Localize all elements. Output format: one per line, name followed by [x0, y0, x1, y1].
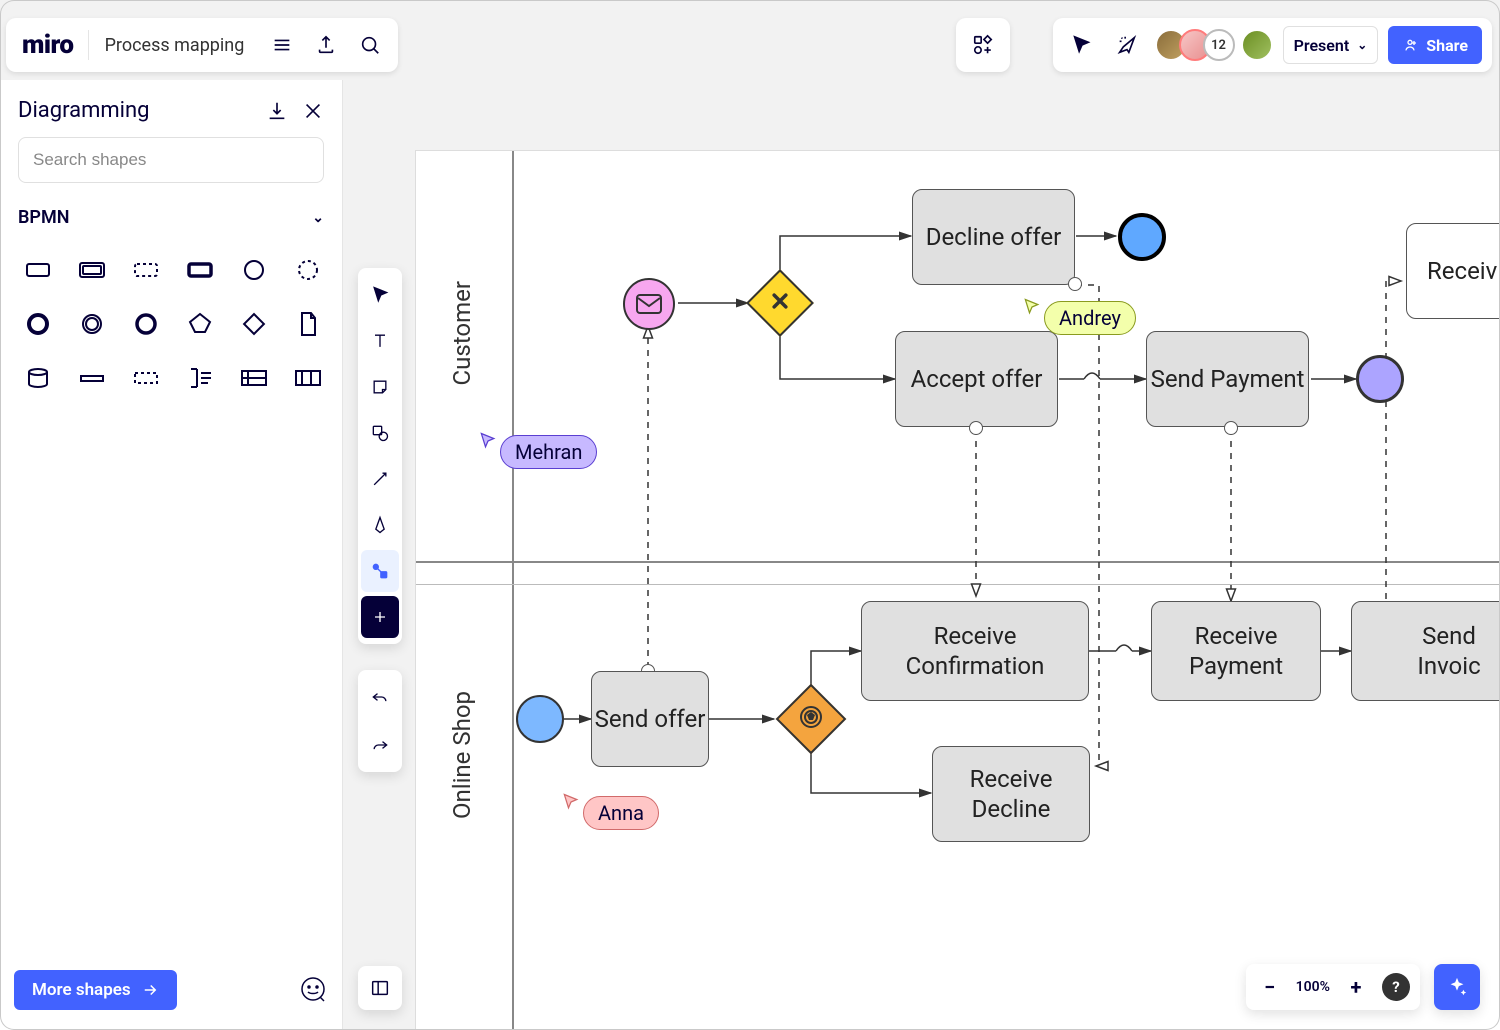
shape-annotation-bar[interactable]: [68, 354, 116, 402]
bpmn-exclusive-gateway[interactable]: [746, 269, 814, 337]
shapes-search-input[interactable]: [18, 137, 324, 183]
present-button[interactable]: Present ⌄: [1283, 26, 1379, 64]
share-label: Share: [1426, 36, 1468, 55]
bpmn-task-receive-decline[interactable]: Receive Decline: [932, 746, 1090, 842]
bpmn-task-receive-confirmation[interactable]: Receive Confirmation: [861, 601, 1089, 701]
tool-shape[interactable]: [361, 412, 399, 454]
bpmn-task-receive-payment[interactable]: Receive Payment: [1151, 601, 1321, 701]
cursor-label: Mehran: [500, 435, 597, 469]
shape-task[interactable]: [14, 246, 62, 294]
zoom-out-button[interactable]: −: [1252, 969, 1288, 1005]
undo-button[interactable]: [361, 676, 399, 718]
tool-select[interactable]: [361, 274, 399, 316]
close-icon[interactable]: [302, 100, 324, 122]
miro-ai-button[interactable]: [1434, 964, 1480, 1010]
frames-panel-button[interactable]: [358, 966, 402, 1010]
bpmn-message-start-event[interactable]: [623, 278, 675, 330]
main-menu-button[interactable]: [260, 23, 304, 67]
bpmn-end-event[interactable]: [1118, 213, 1166, 261]
more-shapes-button[interactable]: More shapes: [14, 970, 177, 1010]
shape-text-annotation[interactable]: [176, 354, 224, 402]
tool-sticky[interactable]: [361, 366, 399, 408]
category-bpmn[interactable]: BPMN ⌄: [0, 197, 342, 238]
lane-header-divider: [512, 151, 514, 1030]
shape-intermediate-throw[interactable]: [122, 300, 170, 348]
collab-controls: 12 Present ⌄ Share: [1053, 18, 1492, 72]
shape-gateway[interactable]: [176, 300, 224, 348]
shape-pool[interactable]: [230, 354, 278, 402]
pointer-mode-button[interactable]: [1063, 23, 1099, 67]
shape-palette: [0, 238, 342, 410]
board-header: miro Process mapping: [6, 18, 398, 72]
shape-transaction[interactable]: [68, 246, 116, 294]
remote-cursor-andrey: Andrey: [1022, 279, 1136, 335]
chevron-down-icon: ⌄: [1357, 38, 1367, 52]
tool-text[interactable]: [361, 320, 399, 362]
avatar-overflow-count[interactable]: 12: [1203, 29, 1235, 61]
export-button[interactable]: [304, 23, 348, 67]
tool-toolbar: [358, 268, 402, 644]
cursor-label: Andrey: [1044, 301, 1136, 335]
feedback-icon[interactable]: [298, 975, 328, 1005]
tool-diagramming[interactable]: [361, 550, 399, 592]
lane-divider: [416, 584, 1500, 585]
help-button[interactable]: ?: [1378, 969, 1414, 1005]
redo-button[interactable]: [361, 724, 399, 766]
tool-add-more[interactable]: [361, 596, 399, 638]
shape-data-object[interactable]: [284, 300, 332, 348]
remote-cursor-anna: Anna: [561, 774, 659, 830]
shape-event-noninterrupt[interactable]: [284, 246, 332, 294]
cursor-label: Anna: [583, 796, 659, 830]
zoom-in-button[interactable]: +: [1338, 969, 1374, 1005]
shape-exclusive-gateway[interactable]: [230, 300, 278, 348]
shape-data-store[interactable]: [14, 354, 62, 402]
bpmn-task-receive[interactable]: Receiv: [1406, 223, 1500, 319]
import-icon[interactable]: [266, 100, 288, 122]
apps-button[interactable]: [956, 18, 1010, 72]
tool-pen[interactable]: [361, 504, 399, 546]
board-name[interactable]: Process mapping: [89, 35, 261, 56]
board-canvas[interactable]: Customer Online Shop: [415, 150, 1500, 1030]
boundary-handle[interactable]: [969, 421, 983, 435]
bpmn-start-event[interactable]: [516, 695, 564, 743]
boundary-handle[interactable]: [1224, 421, 1238, 435]
lane-label-customer[interactable]: Customer: [448, 281, 476, 385]
search-button[interactable]: [348, 23, 392, 67]
panel-title: Diagramming: [18, 98, 266, 123]
shape-intermediate-event[interactable]: [68, 300, 116, 348]
lane-divider: [416, 561, 1500, 563]
shape-group[interactable]: [122, 354, 170, 402]
shape-call-activity[interactable]: [176, 246, 224, 294]
chevron-down-icon: ⌄: [312, 210, 324, 226]
history-toolbar: [358, 670, 402, 772]
share-button[interactable]: Share: [1388, 26, 1482, 64]
shape-start-event[interactable]: [230, 246, 278, 294]
lane-label-shop[interactable]: Online Shop: [448, 691, 476, 819]
reactions-button[interactable]: [1109, 23, 1145, 67]
remote-cursor-mehran: Mehran: [478, 413, 597, 469]
bpmn-complex-gateway[interactable]: [776, 684, 847, 755]
bpmn-task-decline-offer[interactable]: Decline offer: [912, 189, 1075, 285]
tool-connector[interactable]: [361, 458, 399, 500]
top-bar: miro Process mapping 12 Present ⌄ Share: [0, 0, 1500, 77]
shape-end-event[interactable]: [14, 300, 62, 348]
present-label: Present: [1294, 36, 1350, 55]
avatar[interactable]: [1241, 29, 1273, 61]
zoom-controls: − 100% + ?: [1246, 964, 1420, 1010]
bpmn-intermediate-event[interactable]: [1356, 355, 1404, 403]
bpmn-task-send-invoice[interactable]: Send Invoic: [1351, 601, 1500, 701]
zoom-level[interactable]: 100%: [1292, 979, 1334, 995]
bpmn-task-accept-offer[interactable]: Accept offer: [895, 331, 1058, 427]
bpmn-task-send-payment[interactable]: Send Payment: [1146, 331, 1309, 427]
miro-logo[interactable]: miro: [12, 30, 88, 60]
diagramming-panel: Diagramming BPMN ⌄ More shapes: [0, 80, 343, 1030]
collaborator-avatars[interactable]: 12: [1155, 29, 1273, 61]
bpmn-task-send-offer[interactable]: Send offer: [591, 671, 709, 767]
more-shapes-label: More shapes: [32, 980, 131, 1000]
category-label: BPMN: [18, 207, 69, 228]
shape-event-subprocess[interactable]: [122, 246, 170, 294]
shape-lane[interactable]: [284, 354, 332, 402]
